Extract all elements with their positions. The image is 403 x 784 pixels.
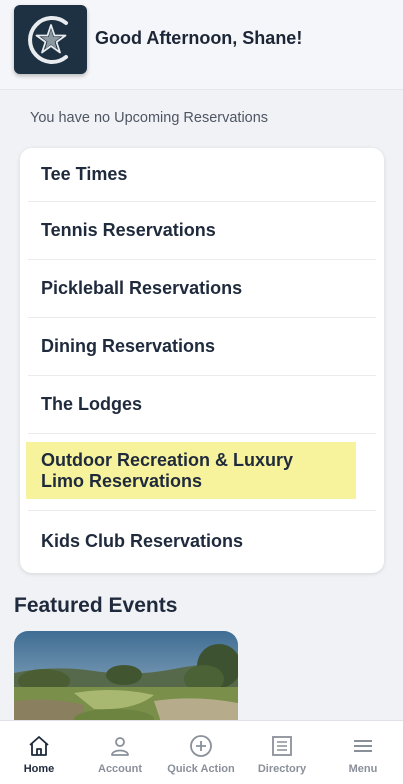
star-logo-icon — [27, 15, 68, 64]
menu-item-lodges[interactable]: The Lodges — [20, 376, 384, 433]
menu-item-label: Tennis Reservations — [41, 220, 216, 240]
menu-item-kids-club[interactable]: Kids Club Reservations — [20, 512, 384, 570]
tab-menu[interactable]: Menu — [323, 721, 403, 784]
menu-item-label: Tee Times — [41, 164, 128, 184]
tab-label: Account — [98, 763, 142, 775]
header: Good Afternoon, Shane! — [0, 0, 403, 90]
tab-home[interactable]: Home — [0, 721, 79, 784]
event-image — [14, 631, 238, 731]
tab-account[interactable]: Account — [80, 721, 160, 784]
menu-item-pickleball[interactable]: Pickleball Reservations — [20, 260, 384, 317]
tab-directory[interactable]: Directory — [242, 721, 322, 784]
menu-item-label: Pickleball Reservations — [41, 278, 243, 298]
menu-item-tee-times[interactable]: Tee Times — [20, 148, 384, 201]
tab-label: Quick Action — [167, 763, 235, 775]
menu-item-label: Dining Reservations — [41, 336, 216, 356]
plus-circle-icon — [190, 735, 212, 757]
menu-item-outdoor-recreation[interactable]: Outdoor Recreation & Luxury Limo Reserva… — [20, 442, 384, 499]
menu-item-label: Kids Club Reservations — [41, 530, 244, 551]
reservations-menu-card: Tee Times Tennis Reservations Pickleball… — [20, 148, 384, 573]
bottom-tab-bar: Home Account Quick Action Directory Menu — [0, 720, 403, 784]
tab-label: Directory — [257, 763, 307, 775]
divider — [28, 433, 376, 434]
tab-label: Home — [23, 763, 55, 775]
home-icon — [29, 736, 49, 756]
featured-events-heading: Featured Events — [14, 594, 178, 617]
menu-item-label: Outdoor Recreation & Luxury Limo Reserva… — [41, 449, 294, 491]
featured-event-card[interactable] — [14, 631, 238, 731]
menu-item-label: The Lodges — [41, 394, 143, 414]
list-icon — [272, 736, 292, 756]
tab-quick-action[interactable]: Quick Action — [161, 721, 241, 784]
tab-label: Menu — [348, 763, 378, 775]
person-icon — [111, 737, 129, 756]
greeting-text: Good Afternoon, Shane! — [95, 28, 303, 48]
club-logo[interactable] — [14, 5, 87, 74]
upcoming-reservations-notice: You have no Upcoming Reservations — [30, 110, 269, 126]
menu-item-dining[interactable]: Dining Reservations — [20, 318, 384, 375]
divider — [28, 510, 376, 511]
menu-item-tennis[interactable]: Tennis Reservations — [20, 202, 384, 259]
hamburger-icon — [354, 740, 372, 752]
